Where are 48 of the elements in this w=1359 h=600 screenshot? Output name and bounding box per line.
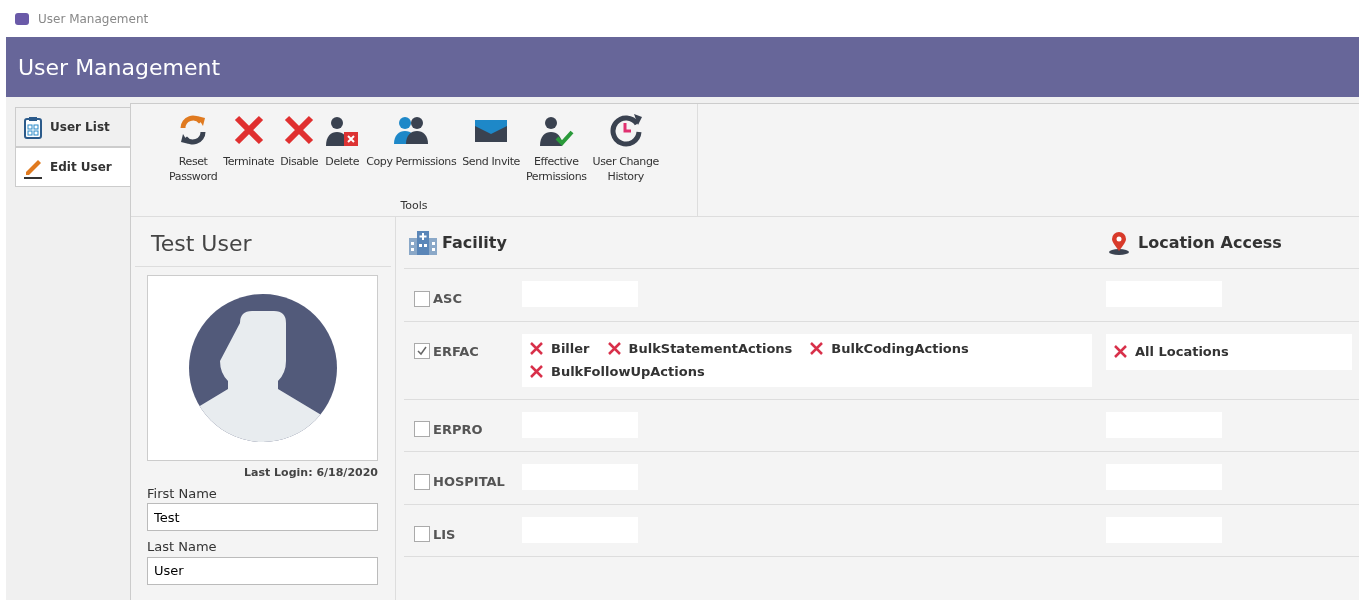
toolbar-button[interactable]: Terminate	[220, 112, 278, 169]
checkbox[interactable]	[414, 526, 430, 543]
role-tag: BulkCodingActions	[831, 338, 969, 358]
role-tag: BulkStatementActions	[628, 338, 793, 358]
clipboard-icon	[22, 114, 44, 140]
role-tag: BulkFollowUpActions	[551, 362, 705, 382]
checkbox[interactable]	[414, 290, 430, 307]
facility-name: HOSPITAL	[433, 473, 505, 491]
toolbar-button[interactable]: Reset Password	[166, 112, 221, 184]
toolbar-button[interactable]: Copy Permissions	[363, 112, 460, 169]
toolbar-button[interactable]: Delete	[321, 112, 364, 169]
location-access-heading: Location Access	[1138, 231, 1282, 254]
facility-heading: Facility	[442, 231, 507, 254]
window-title: User Management	[38, 10, 149, 28]
field-label: First Name	[147, 484, 218, 503]
toolbar-button[interactable]: Send Invite	[459, 112, 523, 169]
facility-name: ASC	[433, 290, 462, 308]
facility-name: ERFAC	[433, 342, 479, 361]
field-label: Last Name	[147, 538, 218, 556]
avatar-placeholder-icon	[187, 293, 338, 443]
checkbox[interactable]	[414, 473, 430, 490]
last-login-text: Last Login: 6/18/2020	[243, 465, 378, 481]
location-pin-icon	[1108, 230, 1130, 255]
text-field[interactable]: Test	[147, 503, 378, 531]
facility-name: ERPRO	[433, 420, 483, 439]
toolbar-button[interactable]: User Change History	[589, 112, 662, 184]
app-header-title: User Management	[18, 55, 221, 80]
toolbar-button[interactable]: Disable	[277, 112, 322, 169]
location-tag: All Locations	[1135, 341, 1229, 362]
remove-icon[interactable]	[1114, 345, 1127, 358]
side-tab[interactable]: User List	[15, 107, 130, 147]
locations-box[interactable]: All Locations	[1106, 333, 1352, 370]
role-tag: Biller	[551, 338, 590, 358]
side-tab[interactable]: Edit User	[15, 147, 130, 187]
text-field[interactable]: User	[147, 556, 378, 585]
remove-icon[interactable]	[607, 341, 621, 355]
remove-icon[interactable]	[810, 341, 824, 355]
toolbar-button[interactable]: Effective Permissions	[522, 112, 590, 184]
app-icon	[14, 10, 30, 27]
remove-icon[interactable]	[530, 341, 543, 355]
facility-name: LIS	[433, 525, 456, 544]
checkbox[interactable]	[414, 343, 430, 360]
remove-icon[interactable]	[530, 365, 543, 379]
hospital-icon	[408, 229, 438, 256]
toolbar-group-label: Tools	[400, 197, 428, 214]
roles-box[interactable]: Biller BulkStatementActions BulkCodingActions BulkFollowUpActions	[522, 333, 1092, 387]
user-name-heading: Test User	[135, 217, 391, 267]
checkbox[interactable]	[414, 421, 430, 438]
